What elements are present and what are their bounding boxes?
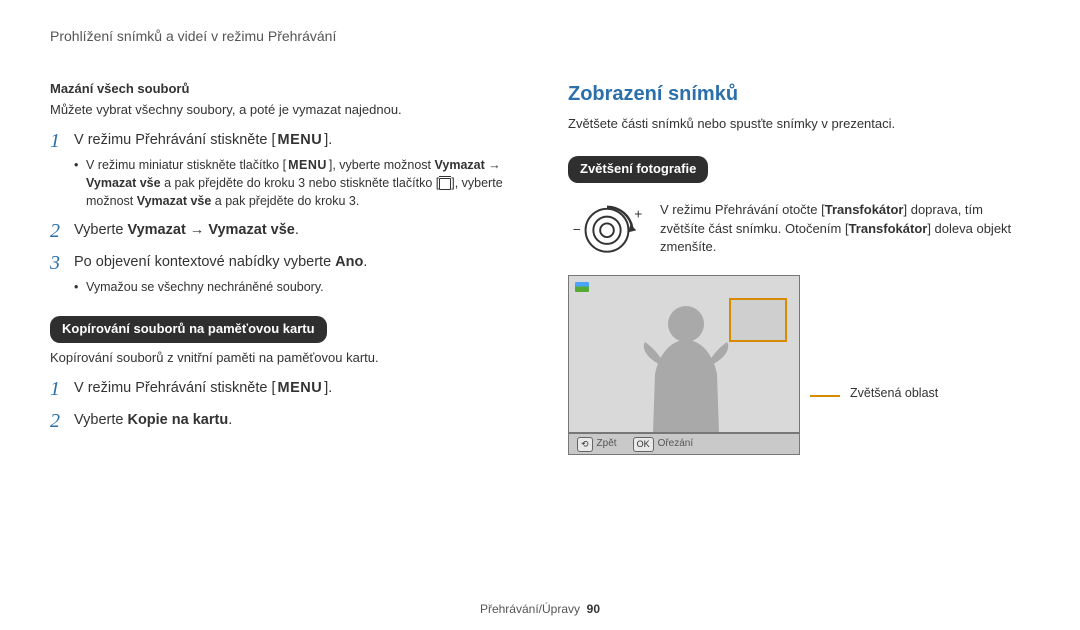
step-text: Po objevení kontextové nabídky vyberte A… [74,252,512,273]
menu-icon: MENU [275,378,324,399]
zoom-region-caption: Zvětšená oblast [850,384,938,402]
preview-image [568,275,800,433]
text: V režimu miniatur stiskněte tlačítko [ [86,158,286,172]
step-text: V režimu Přehrávání stiskněte [MENU]. [74,378,512,399]
step-number: 3 [50,252,74,274]
bold: Vymazat vše [137,194,212,208]
note-item: V režimu miniatur stiskněte tlačítko [ME… [74,156,512,210]
page-number: 90 [587,602,600,616]
text: → [186,222,209,238]
delete-all-heading: Mazání všech souborů [50,80,512,99]
step-number: 1 [50,130,74,152]
bold: Transfokátor [849,221,928,236]
text: Po objevení kontextové nabídky vyberte [74,254,335,270]
bold: Vymazat vše [208,222,295,238]
zoom-description: V režimu Přehrávání otočte [Transfokátor… [660,201,1030,258]
text: ]. [324,132,332,148]
text: . [228,412,232,428]
text: V režimu Přehrávání stiskněte [ [74,380,275,396]
step-text: Vyberte Kopie na kartu. [74,410,512,431]
delete-step-2: 2 Vyberte Vymazat → Vymazat vše. [50,220,512,242]
left-column: Mazání všech souborů Můžete vybrat všech… [50,80,512,455]
preview-screen: ⟲ Zpět OK Ořezání [568,275,800,455]
trash-icon [439,178,451,190]
delete-step-3: 3 Po objevení kontextové nabídky vyberte… [50,252,512,274]
crop-button[interactable]: OK Ořezání [625,437,702,452]
text: → [485,158,501,172]
menu-icon: MENU [275,130,324,151]
zoom-dial-icon: − + [568,201,646,260]
copy-step-2: 2 Vyberte Kopie na kartu. [50,410,512,432]
bold: Ano [335,254,363,270]
bold: Vymazat [127,222,185,238]
step-text: V režimu Přehrávání stiskněte [MENU]. [74,130,512,151]
delete-step-1: 1 V režimu Přehrávání stiskněte [MENU]. [50,130,512,152]
text: . [295,222,299,238]
text: ]. [324,380,332,396]
text: ], vyberte možnost [329,158,435,172]
zoom-region-box [729,298,787,342]
delete-all-desc: Můžete vybrat všechny soubory, a poté je… [50,101,512,120]
svg-text:−: − [573,222,581,237]
back-label: Zpět [597,437,617,452]
note-item: Vymažou se všechny nechráněné soubory. [74,278,512,296]
back-button[interactable]: ⟲ Zpět [569,437,625,452]
step-number: 2 [50,220,74,242]
ok-key-icon: OK [633,437,654,452]
preview-row: ⟲ Zpět OK Ořezání Zvětšená oblast [568,275,1030,455]
thumbnail-icon [575,282,589,292]
step-number: 1 [50,378,74,400]
copy-card-heading: Kopírování souborů na paměťovou kartu [50,316,327,343]
zoom-instruction-row: − + V režimu Přehrávání otočte [Transfok… [568,201,1030,260]
right-column: Zobrazení snímků Zvětšete části snímků n… [568,80,1030,455]
callout-leader-line [810,395,840,397]
display-images-desc: Zvětšete části snímků nebo spusťte snímk… [568,115,1030,134]
text: a pak přejděte do kroku 3 nebo stiskněte… [161,176,440,190]
text: Vyberte [74,412,127,428]
bold: Vymazat vše [86,176,161,190]
crop-label: Ořezání [658,437,694,452]
step-text: Vyberte Vymazat → Vymazat vše. [74,220,512,241]
step-number: 2 [50,410,74,432]
delete-step1-notes: V režimu miniatur stiskněte tlačítko [ME… [74,156,512,210]
copy-card-desc: Kopírování souborů z vnitřní paměti na p… [50,349,512,368]
page-header: Prohlížení snímků a videí v režimu Přehr… [50,28,1030,44]
content-columns: Mazání všech souborů Můžete vybrat všech… [50,80,1030,455]
text: V režimu Přehrávání otočte [ [660,202,825,217]
text: V režimu Přehrávání stiskněte [ [74,132,275,148]
svg-text:+: + [634,206,642,221]
display-images-heading: Zobrazení snímků [568,80,1030,109]
preview-toolbar: ⟲ Zpět OK Ořezání [568,433,800,455]
menu-icon: MENU [286,156,329,174]
text: a pak přejděte do kroku 3. [211,194,359,208]
enlarge-photo-heading: Zvětšení fotografie [568,156,708,183]
child-silhouette-icon [641,302,731,432]
page-footer: Přehrávání/Úpravy 90 [0,602,1080,616]
delete-step3-notes: Vymažou se všechny nechráněné soubory. [74,278,512,296]
bold: Vymazat [435,158,485,172]
footer-section: Přehrávání/Úpravy [480,602,580,616]
back-key-icon: ⟲ [577,437,593,452]
text: . [363,254,367,270]
bold: Transfokátor [825,202,904,217]
text: Vyberte [74,222,127,238]
copy-step-1: 1 V režimu Přehrávání stiskněte [MENU]. [50,378,512,400]
bold: Kopie na kartu [127,412,228,428]
